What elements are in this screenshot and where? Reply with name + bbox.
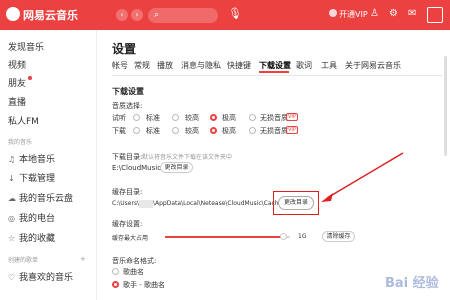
baidu-watermark: Bai 经验 bbox=[385, 276, 439, 291]
annotation-arrow bbox=[321, 152, 404, 202]
